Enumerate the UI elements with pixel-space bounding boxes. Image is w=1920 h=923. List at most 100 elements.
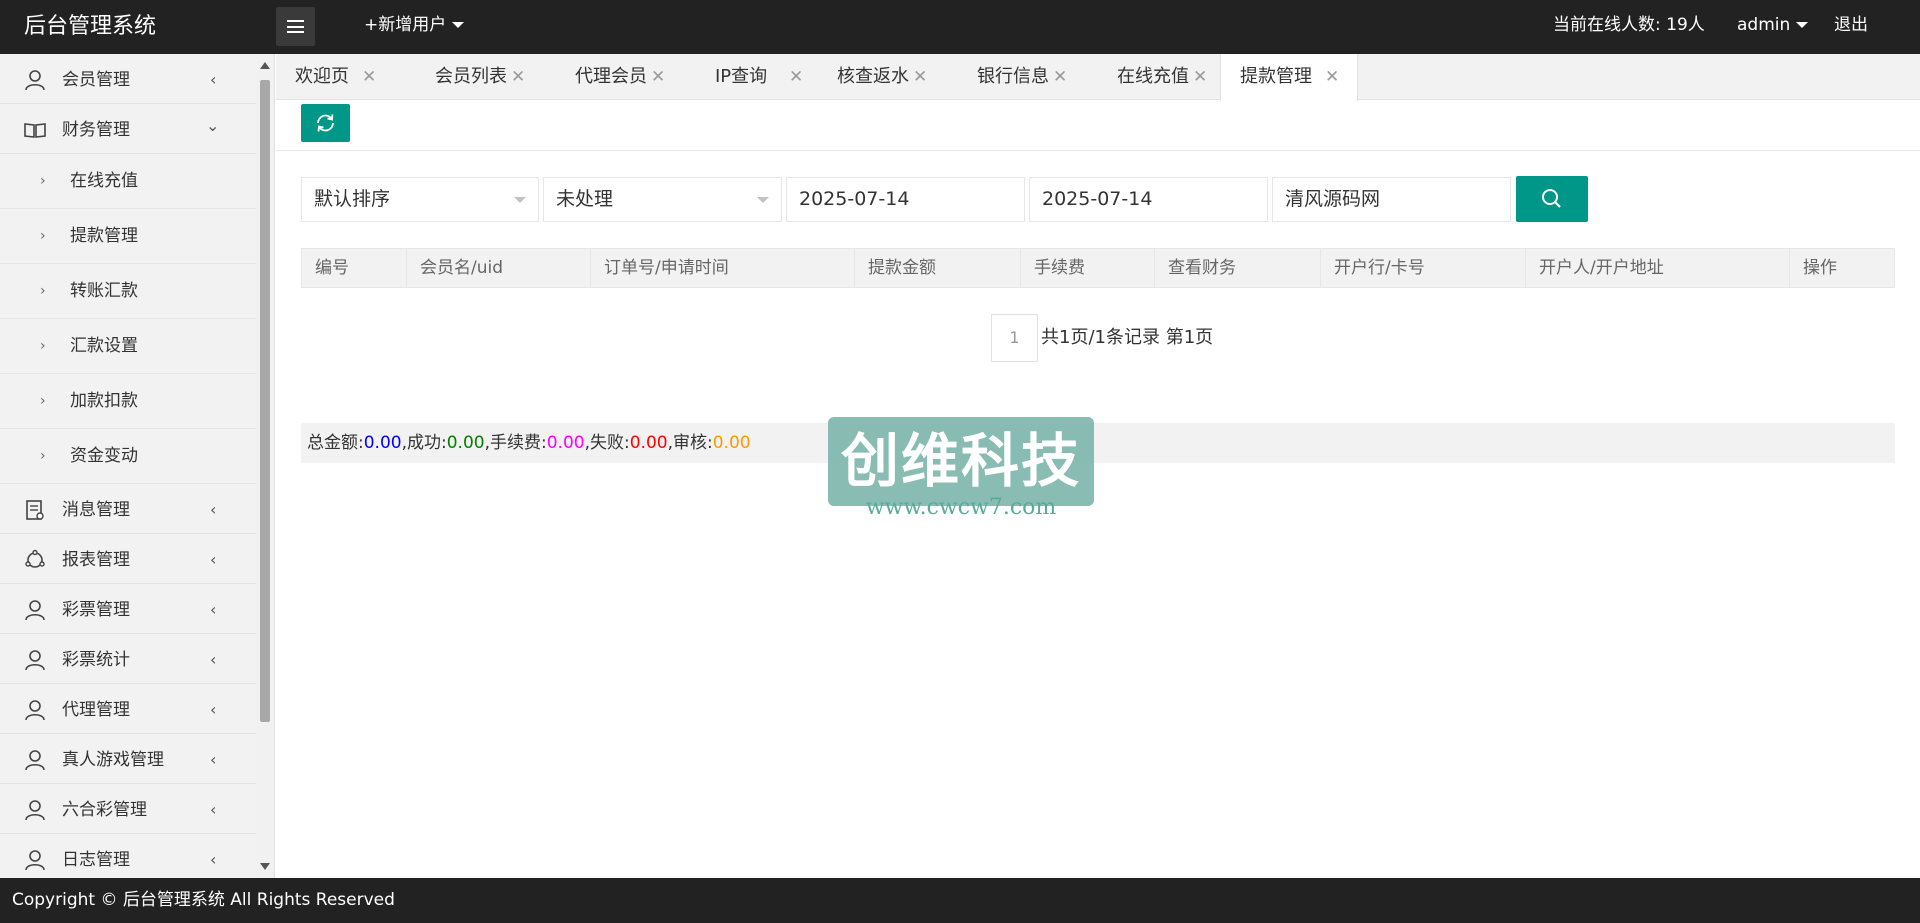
tab-rebate-check[interactable]: 核查返水 ✕ [818, 54, 958, 100]
caret-down-icon [1796, 22, 1809, 28]
column-header: 会员名/uid [407, 249, 591, 287]
admin-label: admin [1737, 15, 1791, 35]
sidebar-scrollbar[interactable] [256, 54, 275, 878]
sidebar-item-live-games[interactable]: 真人游戏管理 ‹ [0, 734, 256, 784]
user-icon [25, 600, 45, 621]
column-header: 提款金额 [855, 249, 1021, 287]
close-icon[interactable]: ✕ [651, 54, 665, 100]
online-count: 当前在线人数: 19人 [1553, 15, 1705, 35]
column-header: 订单号/申请时间 [591, 249, 855, 287]
logout-link[interactable]: 退出 [1834, 0, 1868, 50]
chevron-right-icon: › [40, 283, 46, 299]
sidebar-item-label: 会员管理 [62, 70, 130, 90]
total-value: 0.00 [363, 433, 402, 453]
status-select[interactable]: 未处理 [543, 177, 782, 222]
table-header: 编号 会员名/uid 订单号/申请时间 提款金额 手续费 查看财务 开户行/卡号… [301, 248, 1895, 288]
sidebar-item-label: 日志管理 [62, 850, 130, 870]
chevron-right-icon: › [40, 393, 46, 409]
tab-withdraw-management[interactable]: 提款管理 ✕ [1220, 54, 1358, 101]
scroll-down-icon[interactable] [260, 863, 270, 870]
chevron-left-icon: ‹ [210, 700, 217, 719]
sidebar-item-label: 消息管理 [62, 500, 130, 520]
sidebar-sub-label: 汇款设置 [70, 336, 138, 356]
tab-member-list[interactable]: 会员列表 ✕ [416, 54, 556, 100]
sidebar-item-reports[interactable]: 报表管理 ‹ [0, 534, 256, 584]
tab-label: 提款管理 [1240, 66, 1312, 87]
sidebar-item-agents[interactable]: 代理管理 ‹ [0, 684, 256, 734]
success-value: 0.00 [446, 433, 485, 453]
menu-toggle-button[interactable] [276, 7, 315, 46]
tab-ip-lookup[interactable]: IP查询 ✕ [696, 54, 816, 100]
tab-agent-members[interactable]: 代理会员 ✕ [556, 54, 696, 100]
page-number-button[interactable]: 1 [991, 314, 1038, 362]
divider [276, 150, 1920, 151]
close-icon[interactable]: ✕ [1325, 54, 1339, 100]
caret-down-icon [514, 197, 526, 203]
cycle-icon [25, 549, 45, 568]
fee-label: ,手续费: [484, 433, 547, 453]
top-header: 后台管理系统 +新增用户 当前在线人数: 19人 admin 退出 [0, 0, 1920, 54]
tab-online-recharge[interactable]: 在线充值 ✕ [1098, 54, 1238, 100]
sidebar-item-members[interactable]: 会员管理 ‹ [0, 54, 256, 104]
user-icon [25, 850, 45, 871]
sidebar-item-logs[interactable]: 日志管理 ‹ [0, 834, 256, 878]
success-label: ,成功: [401, 433, 447, 453]
sidebar-sub-online-recharge[interactable]: › 在线充值 [0, 154, 256, 209]
sidebar: 会员管理 ‹ 财务管理 ⌄ › 在线充值 › 提款管理 › 转账汇款 › 汇款设… [0, 54, 256, 878]
sort-select-value: 默认排序 [314, 188, 391, 210]
sidebar-item-lottery-stats[interactable]: 彩票统计 ‹ [0, 634, 256, 684]
tab-bank-info[interactable]: 银行信息 ✕ [958, 54, 1098, 100]
tab-bar: 欢迎页 ✕ 会员列表 ✕ 代理会员 ✕ IP查询 ✕ 核查返水 ✕ 银行信息 ✕… [276, 54, 1920, 101]
sidebar-item-messages[interactable]: 消息管理 ‹ [0, 484, 256, 534]
tab-label: 欢迎页 [295, 66, 349, 87]
sidebar-sub-label: 在线充值 [70, 171, 138, 191]
review-label: ,审核: [667, 433, 713, 453]
scroll-thumb[interactable] [260, 80, 270, 722]
close-icon[interactable]: ✕ [789, 54, 803, 100]
sidebar-item-lottery[interactable]: 彩票管理 ‹ [0, 584, 256, 634]
sidebar-sub-label: 资金变动 [70, 446, 138, 466]
chevron-left-icon: ‹ [210, 750, 217, 769]
sidebar-item-finance[interactable]: 财务管理 ⌄ [0, 104, 256, 154]
app-logo: 后台管理系统 [24, 14, 157, 39]
column-header: 手续费 [1021, 249, 1155, 287]
sidebar-sub-remit-settings[interactable]: › 汇款设置 [0, 319, 256, 374]
add-user-menu[interactable]: +新增用户 [364, 0, 465, 50]
tab-label: 在线充值 [1117, 66, 1189, 87]
document-icon [26, 500, 44, 520]
sidebar-sub-fund-changes[interactable]: › 资金变动 [0, 429, 256, 484]
sidebar-sub-withdraw[interactable]: › 提款管理 [0, 209, 256, 264]
close-icon[interactable]: ✕ [362, 54, 376, 100]
column-header: 开户行/卡号 [1321, 249, 1526, 287]
chevron-down-icon: ⌄ [206, 116, 220, 135]
book-icon [24, 123, 46, 138]
close-icon[interactable]: ✕ [1193, 54, 1207, 100]
sidebar-sub-adjust[interactable]: › 加款扣款 [0, 374, 256, 429]
scroll-up-icon[interactable] [260, 62, 270, 69]
tab-welcome[interactable]: 欢迎页 ✕ [276, 54, 416, 100]
watermark-url: www.cwcw7.com [865, 495, 1057, 520]
start-date-input[interactable]: 2025-07-14 [786, 177, 1025, 222]
chevron-right-icon: › [40, 338, 46, 354]
admin-menu[interactable]: admin [1737, 0, 1809, 50]
close-icon[interactable]: ✕ [1053, 54, 1067, 100]
fee-value: 0.00 [546, 433, 585, 453]
search-icon [1542, 189, 1561, 208]
chevron-right-icon: › [40, 448, 46, 464]
sidebar-item-mark-six[interactable]: 六合彩管理 ‹ [0, 784, 256, 834]
total-label: 总金额: [307, 433, 364, 453]
search-button[interactable] [1516, 176, 1588, 222]
close-icon[interactable]: ✕ [511, 54, 525, 100]
column-header: 编号 [302, 249, 407, 287]
pagination-summary: 共1页/1条记录 第1页 [1041, 327, 1214, 348]
sidebar-sub-transfer[interactable]: › 转账汇款 [0, 264, 256, 319]
chevron-right-icon: › [40, 173, 46, 189]
sidebar-item-label: 真人游戏管理 [62, 750, 164, 770]
sort-select[interactable]: 默认排序 [301, 177, 539, 222]
sidebar-item-label: 六合彩管理 [62, 800, 147, 820]
chevron-right-icon: › [40, 228, 46, 244]
end-date-input[interactable]: 2025-07-14 [1029, 177, 1268, 222]
keyword-input[interactable]: 清风源码网 [1272, 177, 1511, 222]
refresh-button[interactable] [301, 104, 350, 142]
close-icon[interactable]: ✕ [913, 54, 927, 100]
